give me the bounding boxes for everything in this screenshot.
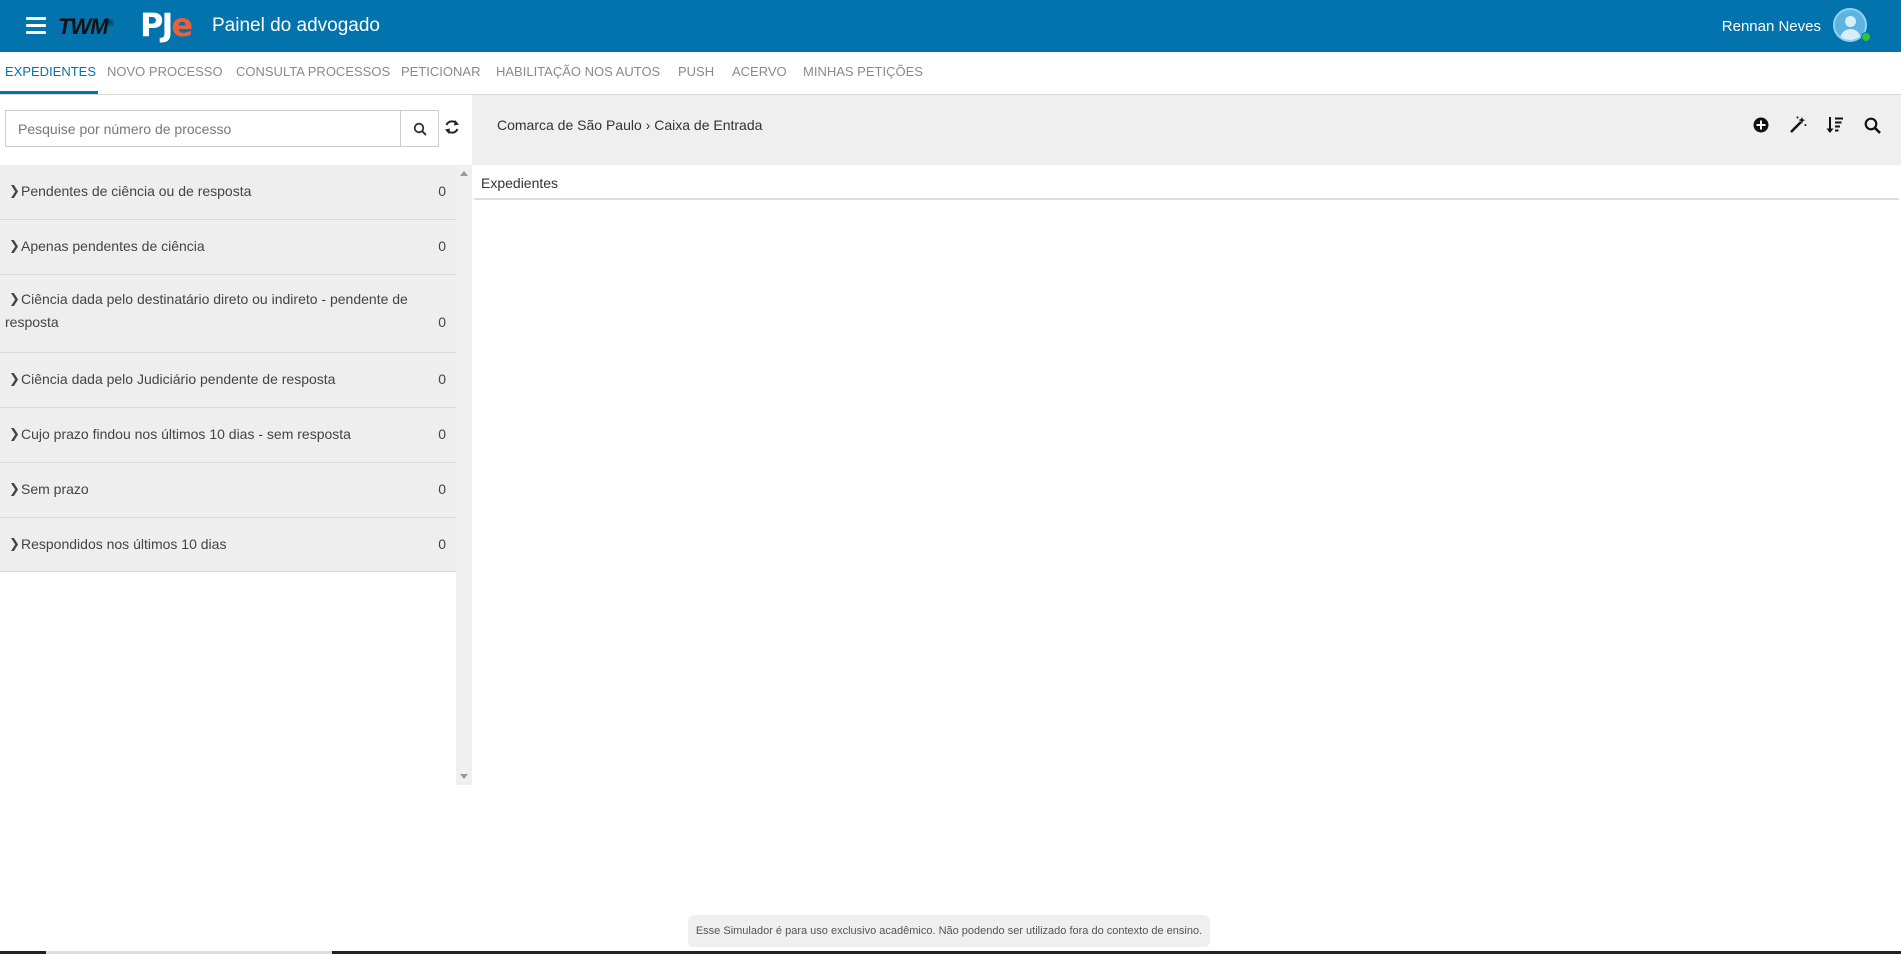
tab-consulta-processos[interactable]: CONSULTA PROCESSOS [236,64,390,79]
tab-acervo[interactable]: ACERVO [732,64,787,79]
chevron-right-icon: ❯ [9,238,20,253]
chevron-right-icon: ❯ [9,183,20,198]
tab-expedientes[interactable]: EXPEDIENTES [5,64,96,79]
list-item-label: Pendentes de ciência ou de resposta [21,183,252,199]
tab-habilitacao-nos-autos[interactable]: HABILITAÇÃO NOS AUTOS [496,64,660,79]
panel-title: Expedientes [481,175,559,191]
list-item-count: 0 [438,183,446,199]
online-status-icon [1861,32,1871,42]
sort-icon[interactable] [1825,115,1845,135]
tab-peticionar[interactable]: PETICIONAR [401,64,480,79]
scroll-down-arrow-icon[interactable] [460,774,468,779]
list-item-count: 0 [438,238,446,254]
expedientes-sidebar: ❯ Pendentes de ciência ou de resposta 0 … [0,95,472,785]
search-button[interactable] [400,111,438,146]
disclaimer-banner: Esse Simulador é para uso exclusivo acad… [688,915,1210,947]
tab-push[interactable]: PUSH [678,64,714,79]
list-item-label: Ciência dada pelo Judiciário pendente de… [21,371,336,387]
search-icon[interactable] [1862,115,1882,135]
expedientes-panel: Expedientes [474,165,1899,200]
list-item-label: Apenas pendentes de ciência [21,238,205,254]
list-item-count: 0 [438,536,446,552]
list-item-ciencia-destinatario[interactable]: ❯ Ciência dada pelo destinatário direto … [0,275,456,353]
list-item-label: Respondidos nos últimos 10 dias [21,536,227,552]
twm-logo: TWM® [58,14,113,39]
pje-logo[interactable]: PJe [140,6,193,44]
expedientes-category-list: ❯ Pendentes de ciência ou de resposta 0 … [0,165,456,572]
tab-novo-processo[interactable]: NOVO PROCESSO [107,64,223,79]
breadcrumb-separator: › [645,117,651,133]
process-search-input[interactable] [6,111,402,146]
breadcrumb-location[interactable]: Comarca de São Paulo [497,117,642,133]
main-tabs: EXPEDIENTES NOVO PROCESSO CONSULTA PROCE… [0,52,1901,95]
plus-circle-icon[interactable] [1751,115,1771,135]
top-header: TWM® PJe Painel do advogado Rennan Neves [0,0,1901,52]
tab-minhas-peticoes[interactable]: MINHAS PETIÇÕES [803,64,923,79]
user-name[interactable]: Rennan Neves [1722,18,1821,35]
process-search [5,110,439,147]
breadcrumb-folder[interactable]: Caixa de Entrada [654,117,762,133]
list-item-count: 0 [438,314,446,330]
search-icon [413,122,427,136]
list-item-label: Ciência dada pelo destinatário direto ou… [5,291,408,330]
chevron-right-icon: ❯ [9,481,20,496]
list-item-count: 0 [438,481,446,497]
menu-hamburger-icon[interactable] [26,17,46,35]
list-item-count: 0 [438,371,446,387]
chevron-right-icon: ❯ [9,371,20,386]
breadcrumb: Comarca de São Paulo › Caixa de Entrada [497,117,762,133]
list-item-pendentes-ciencia-resposta[interactable]: ❯ Pendentes de ciência ou de resposta 0 [0,165,456,220]
list-item-label: Cujo prazo findou nos últimos 10 dias - … [21,426,351,442]
list-item-apenas-pendentes-ciencia[interactable]: ❯ Apenas pendentes de ciência 0 [0,220,456,275]
chevron-right-icon: ❯ [9,536,20,551]
active-tab-indicator [0,91,98,94]
chevron-right-icon: ❯ [9,426,20,441]
content-toolbar: Comarca de São Paulo › Caixa de Entrada [472,95,1901,165]
list-item-prazo-findou[interactable]: ❯ Cujo prazo findou nos últimos 10 dias … [0,408,456,463]
list-item-count: 0 [438,426,446,442]
scroll-up-arrow-icon[interactable] [460,171,468,176]
list-item-respondidos[interactable]: ❯ Respondidos nos últimos 10 dias 0 [0,518,456,572]
list-item-sem-prazo[interactable]: ❯ Sem prazo 0 [0,463,456,518]
list-item-label: Sem prazo [21,481,89,497]
refresh-icon[interactable] [444,118,460,136]
magic-wand-icon[interactable] [1788,115,1808,135]
list-item-ciencia-judiciario[interactable]: ❯ Ciência dada pelo Judiciário pendente … [0,353,456,408]
main-content: Comarca de São Paulo › Caixa de Entrada … [472,95,1901,785]
sidebar-scrollbar[interactable] [456,165,472,785]
page-title: Painel do advogado [212,15,380,36]
